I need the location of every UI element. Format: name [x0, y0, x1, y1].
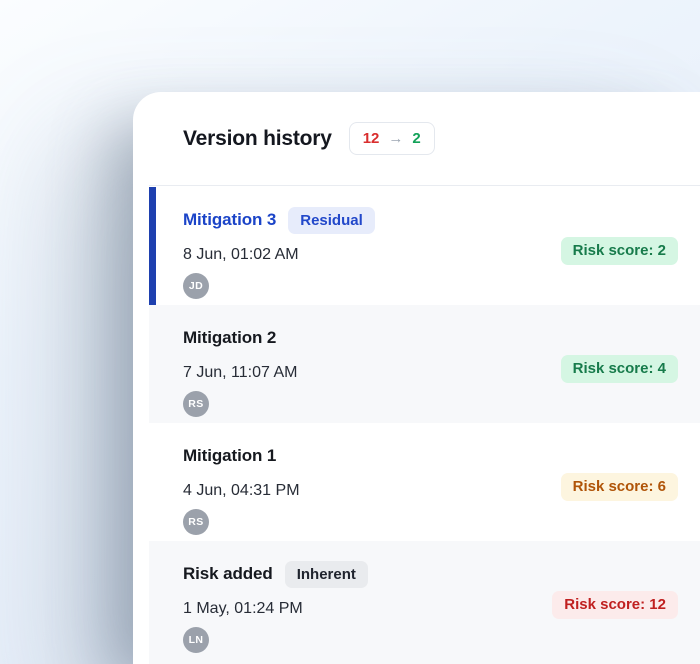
avatar: RS: [183, 509, 209, 535]
avatar: JD: [183, 273, 209, 299]
avatar: RS: [183, 391, 209, 417]
entry-title: Risk added: [183, 564, 273, 584]
risk-score-badge: Risk score: 2: [561, 237, 678, 265]
risk-score-badge: Risk score: 4: [561, 355, 678, 383]
score-before: 12: [363, 130, 380, 147]
version-entry-mitigation-3[interactable]: Mitigation 3 Residual 8 Jun, 01:02 AM JD…: [149, 187, 700, 305]
entry-title: Mitigation 2: [183, 328, 276, 348]
page-title: Version history: [183, 127, 332, 151]
entry-title: Mitigation 1: [183, 446, 276, 466]
selected-indicator: [149, 187, 156, 305]
score-change-badge: 12 → 2: [349, 122, 435, 155]
version-entry-risk-added[interactable]: Risk added Inherent 1 May, 01:24 PM LN R…: [149, 541, 700, 664]
panel-header: Version history 12 → 2: [133, 92, 700, 185]
risk-score-badge: Risk score: 6: [561, 473, 678, 501]
version-entry-mitigation-2[interactable]: Mitigation 2 7 Jun, 11:07 AM RS Risk sco…: [149, 305, 700, 423]
version-entry-list: Mitigation 3 Residual 8 Jun, 01:02 AM JD…: [149, 187, 700, 664]
version-entry-mitigation-1[interactable]: Mitigation 1 4 Jun, 04:31 PM RS Risk sco…: [149, 423, 700, 541]
residual-tag-badge: Residual: [288, 207, 375, 234]
avatar: LN: [183, 627, 209, 653]
arrow-right-icon: →: [388, 130, 403, 147]
risk-score-badge: Risk score: 12: [552, 591, 678, 619]
score-after: 2: [412, 130, 420, 147]
header-divider: [149, 185, 700, 186]
inherent-tag-badge: Inherent: [285, 561, 368, 588]
version-history-panel: Version history 12 → 2 Mitigation 3 Resi…: [133, 92, 700, 664]
entry-title: Mitigation 3: [183, 210, 276, 230]
